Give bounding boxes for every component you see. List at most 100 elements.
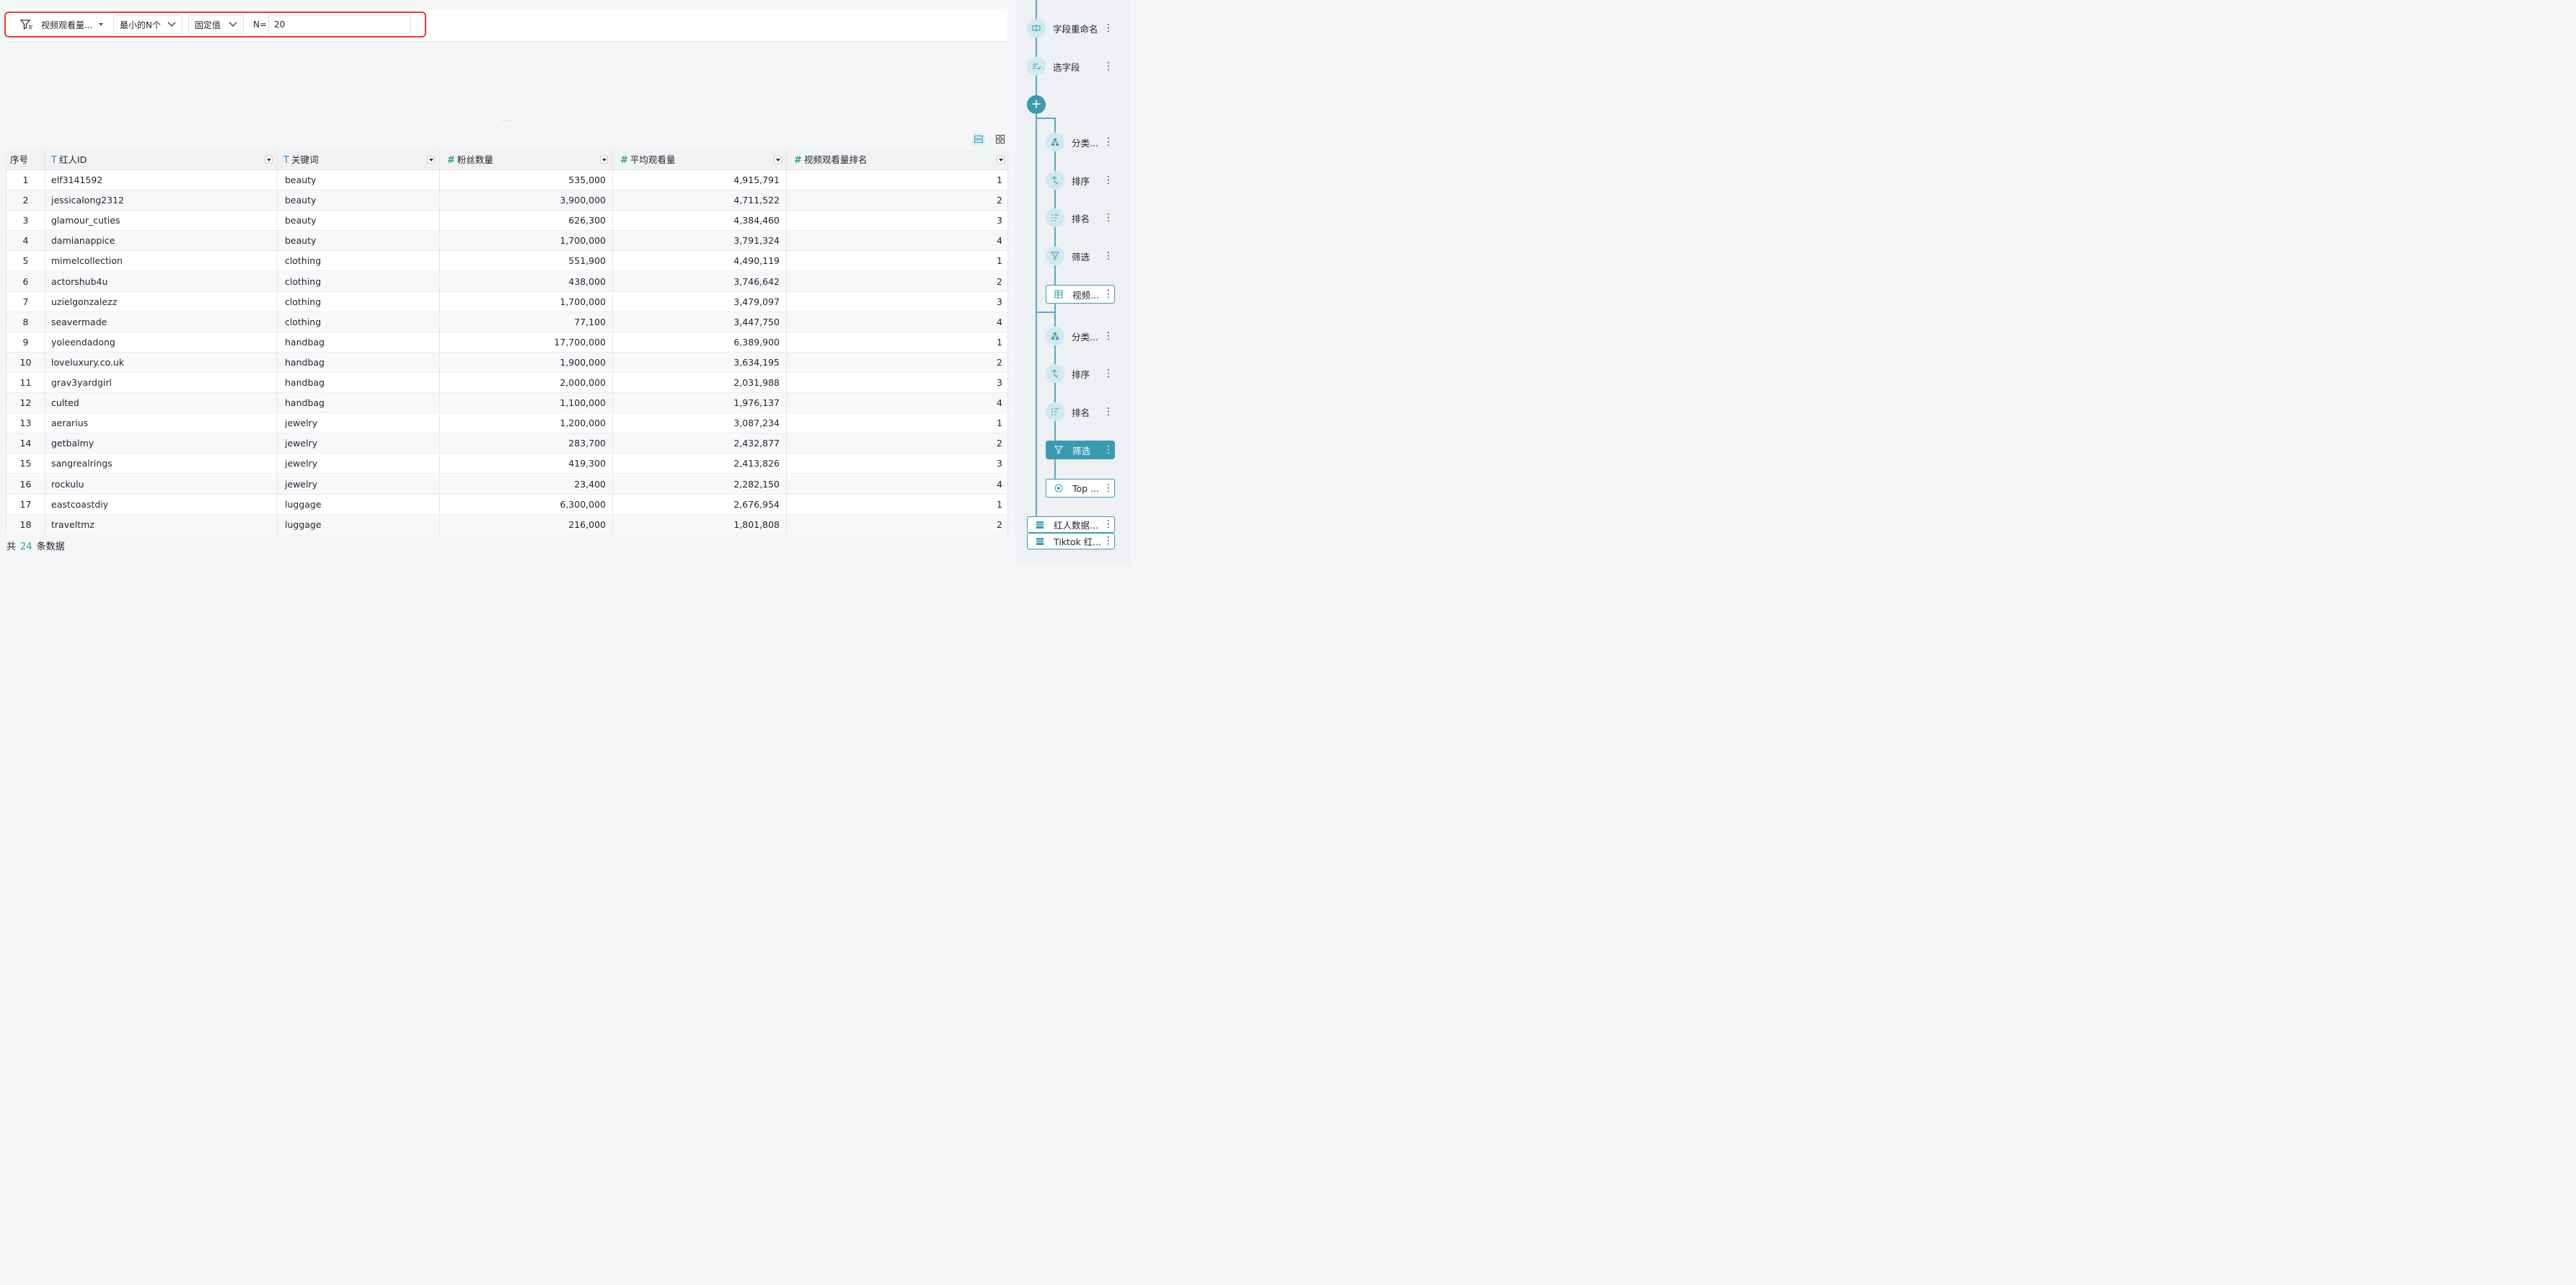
- table-row[interactable]: 8 seavermade clothing 77,100 3,447,750 4: [6, 312, 1007, 332]
- table-row[interactable]: 6 actorshub4u clothing 438,000 3,746,642 2: [6, 271, 1007, 292]
- pipeline-node[interactable]: 红人数据...: [1027, 516, 1115, 533]
- row-index: 11: [6, 373, 45, 393]
- column-menu-button[interactable]: [427, 156, 435, 164]
- influencer-id-cell: uzielgonzalezz: [45, 291, 278, 312]
- table-row[interactable]: 11 grav3yardgirl handbag 2,000,000 2,031,988…: [6, 373, 1007, 393]
- pipeline-node-label: 排序: [1072, 368, 1090, 380]
- column-menu-button[interactable]: [600, 156, 608, 164]
- table-row[interactable]: 5 mimelcollection clothing 551,900 4,490,119…: [6, 251, 1007, 272]
- keyword-cell: beauty: [278, 170, 440, 190]
- header-view-rank[interactable]: # 视频观看量排名: [787, 150, 1007, 170]
- pipeline-node[interactable]: 排名: [1046, 402, 1090, 421]
- value-type-select[interactable]: 固定值: [188, 15, 244, 34]
- influencer-id-cell: getbalmy: [45, 433, 278, 454]
- keyword-cell: clothing: [278, 291, 440, 312]
- grid-view-button[interactable]: [994, 133, 1007, 146]
- table-row[interactable]: 14 getbalmy jewelry 283,700 2,432,877 2: [6, 433, 1007, 454]
- more-options-icon[interactable]: ⋮: [1103, 535, 1113, 547]
- table-row[interactable]: 1 elf3141592 beauty 535,000 4,915,791 1: [6, 170, 1007, 190]
- table-row[interactable]: 3 glamour_cuties beauty 626,300 4,384,460 3: [6, 211, 1007, 231]
- value-type-select-value: 固定值: [195, 19, 221, 30]
- avg-views-cell: 4,490,119: [613, 251, 787, 272]
- view-rank-cell: 2: [997, 356, 1002, 368]
- header-followers[interactable]: # 粉丝数量: [440, 150, 613, 170]
- row-index: 14: [6, 433, 45, 454]
- more-options-icon[interactable]: ⋮: [1103, 330, 1113, 342]
- more-options-icon[interactable]: ⋮: [1103, 368, 1113, 379]
- column-menu-button[interactable]: [774, 156, 782, 164]
- header-influencer-id[interactable]: T 红人ID: [45, 150, 278, 170]
- row-index: 7: [6, 291, 45, 312]
- dataset-icon: [1032, 537, 1048, 546]
- table-row[interactable]: 10 loveluxury.co.uk handbag 1,900,000 3,634,…: [6, 352, 1007, 373]
- n-label: N=: [253, 19, 268, 30]
- row-index: 10: [6, 352, 45, 373]
- connector-line: [1036, 312, 1037, 521]
- grid-view-icon: [996, 135, 1005, 143]
- influencer-id-cell: yoleendadong: [45, 332, 278, 353]
- number-type-icon: #: [794, 155, 802, 166]
- pipeline-node-label: 红人数据...: [1054, 520, 1098, 531]
- followers-cell: 17,700,000: [440, 332, 613, 353]
- pipeline-node[interactable]: 筛选: [1046, 247, 1090, 265]
- followers-cell: 23,400: [440, 474, 613, 495]
- table-row[interactable]: 12 culted handbag 1,100,000 1,976,137 4: [6, 393, 1007, 414]
- more-options-icon[interactable]: ⋮: [1103, 482, 1113, 494]
- list-view-button[interactable]: [972, 133, 985, 146]
- table-row[interactable]: 2 jessicalong2312 beauty 3,900,000 4,711,522…: [6, 190, 1007, 211]
- pipeline-node[interactable]: 选字段: [1027, 57, 1080, 76]
- add-step-button[interactable]: +: [1027, 95, 1046, 114]
- row-count-prefix: 共: [6, 542, 17, 552]
- influencer-id-cell: sangrealrings: [45, 454, 278, 474]
- table-row[interactable]: 18 traveltmz luggage 216,000 1,801,808 2: [6, 514, 1007, 534]
- header-keyword[interactable]: T 关键词: [278, 150, 440, 170]
- pipeline-node[interactable]: 排名: [1046, 208, 1090, 227]
- pipeline-node[interactable]: Tiktok 红...: [1027, 533, 1115, 549]
- more-options-icon[interactable]: ⋮: [1103, 518, 1113, 530]
- row-index: 3: [6, 211, 45, 231]
- column-menu-button[interactable]: [265, 156, 273, 164]
- field-select[interactable]: 视频观看量...: [35, 15, 111, 34]
- keyword-cell: luggage: [278, 494, 440, 515]
- header-avg-views[interactable]: # 平均观看量: [613, 150, 787, 170]
- more-options-icon[interactable]: ⋮: [1103, 212, 1113, 224]
- table-row[interactable]: 7 uzielgonzalezz clothing 1,700,000 3,479,09…: [6, 291, 1007, 312]
- data-table: 序号 T 红人ID T 关键词 # 粉丝数量 # 平均观看量 # 视频观看量排名 1 elf…: [6, 150, 1008, 534]
- number-type-icon: #: [447, 155, 455, 166]
- column-menu-button[interactable]: [997, 156, 1005, 164]
- more-options-icon[interactable]: ⋮: [1103, 444, 1113, 456]
- field-select-value: 视频观看量...: [41, 19, 93, 30]
- table-row[interactable]: 15 sangrealrings jewelry 419,300 2,413,826 3: [6, 454, 1007, 474]
- pipeline-node[interactable]: 排序: [1046, 171, 1090, 190]
- chevron-down-icon: [167, 22, 176, 27]
- pipeline-node-label: 视频...: [1072, 289, 1099, 301]
- table-icon: [1051, 290, 1067, 299]
- table-row[interactable]: 4 damianappice beauty 1,700,000 3,791,324 4: [6, 231, 1007, 252]
- table-row[interactable]: 9 yoleendadong handbag 17,700,000 6,389,900 1: [6, 332, 1007, 353]
- header-label: 视频观看量排名: [803, 154, 868, 165]
- pipeline-node[interactable]: 排序: [1046, 364, 1090, 383]
- table-row[interactable]: 16 rockulu jewelry 23,400 2,282,150 4: [6, 474, 1007, 495]
- keyword-cell: jewelry: [278, 413, 440, 434]
- avg-views-cell: 3,479,097: [613, 291, 787, 312]
- table-header: 序号 T 红人ID T 关键词 # 粉丝数量 # 平均观看量 # 视频观看量排名: [6, 150, 1007, 170]
- output-icon: [1051, 484, 1067, 493]
- more-options-icon[interactable]: ⋮: [1103, 136, 1113, 148]
- pipeline-node[interactable]: 分类...: [1046, 133, 1098, 151]
- row-index: 8: [6, 312, 45, 332]
- more-options-icon[interactable]: ⋮: [1103, 288, 1113, 300]
- more-options-icon[interactable]: ⋮: [1103, 175, 1113, 186]
- pipeline-node[interactable]: 分类...: [1046, 327, 1098, 345]
- more-options-icon[interactable]: ⋮: [1103, 61, 1113, 72]
- panel-splitter[interactable]: ...: [503, 115, 512, 123]
- mode-select[interactable]: 最小的N个: [113, 15, 182, 34]
- more-options-icon[interactable]: ⋮: [1103, 406, 1113, 418]
- n-input[interactable]: [268, 15, 411, 34]
- pipeline-node[interactable]: 字段重命名: [1027, 19, 1098, 37]
- table-row[interactable]: 17 eastcoastdiy luggage 6,300,000 2,676,954 1: [6, 494, 1007, 515]
- more-options-icon[interactable]: ⋮: [1103, 22, 1113, 34]
- row-index: 5: [6, 251, 45, 272]
- more-options-icon[interactable]: ⋮: [1103, 250, 1113, 262]
- table-row[interactable]: 13 aerarius jewelry 1,200,000 3,087,234 1: [6, 413, 1007, 434]
- filter-icon: [1051, 446, 1067, 454]
